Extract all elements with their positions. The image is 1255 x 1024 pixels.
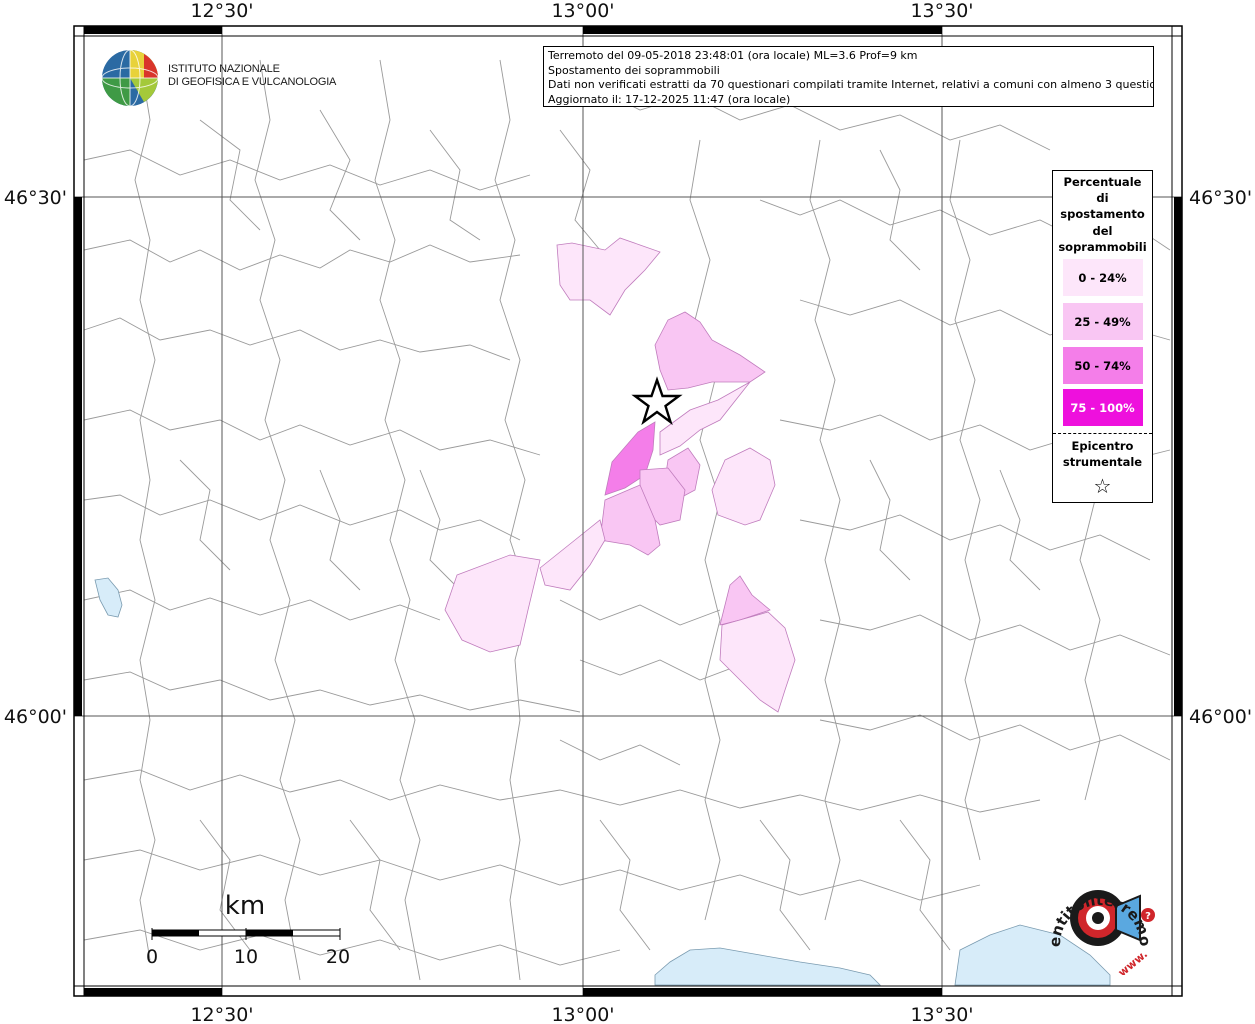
legend-epicentre-line: strumentale <box>1062 455 1143 470</box>
legend-star-icon: ☆ <box>1093 474 1112 499</box>
right-lat-label: 46°30' <box>1189 187 1252 209</box>
event-info-box: Terremoto del 09-05-2018 23:48:01 (ora l… <box>543 46 1154 107</box>
legend-class-label: 75 - 100% <box>1070 400 1135 415</box>
legend-class-0: 0 - 24% <box>1062 259 1143 297</box>
legend-class-3: 75 - 100% <box>1062 389 1143 427</box>
scale-tick-label: 20 <box>326 946 350 968</box>
ingv-logo-text: ISTITUTO NAZIONALE DI GEOFISICA E VULCAN… <box>168 63 336 89</box>
left-lat-label: 46°00' <box>4 706 67 728</box>
legend-separator <box>1053 433 1152 435</box>
map-legend: Percentuale di spostamento del soprammob… <box>1052 170 1153 503</box>
event-info-line: Terremoto del 09-05-2018 23:48:01 (ora l… <box>548 49 918 62</box>
legend-title-line: soprammobili <box>1058 239 1147 254</box>
legend-class-2: 50 - 74% <box>1062 347 1143 385</box>
sentito-logo-prefix: www. <box>1116 948 1150 975</box>
scale-tick-label: 10 <box>234 946 258 968</box>
left-lat-label: 46°30' <box>4 187 67 209</box>
legend-title-line: di <box>1096 191 1109 206</box>
right-lat-label: 46°00' <box>1189 706 1252 728</box>
ingv-line1: ISTITUTO NAZIONALE <box>168 63 280 75</box>
scale-unit: km <box>225 891 265 921</box>
map-subject-line: Spostamento dei soprammobili <box>548 63 720 77</box>
updated-line: Aggiornato il: 17-12-2025 11:47 (ora loc… <box>548 92 791 106</box>
top-lon-label: 13°30' <box>910 0 973 22</box>
legend-title-line: spostamento <box>1060 207 1145 222</box>
top-lon-label: 13°00' <box>551 0 614 22</box>
legend-epicentre-line: Epicentro <box>1071 439 1134 454</box>
ingv-line2: DI GEOFISICA E VULCANOLOGIA <box>168 76 337 88</box>
legend-epicentre-label: Epicentro strumentale <box>1053 438 1152 470</box>
haisentitoilterremoto-logo: ? haisentitoilterremoto.it www. <box>1030 860 1155 975</box>
bottom-lon-label: 13°30' <box>910 1004 973 1024</box>
top-lon-label: 12°30' <box>190 0 253 22</box>
bottom-lon-label: 12°30' <box>190 1004 253 1024</box>
legend-title-line: Percentuale <box>1063 175 1142 189</box>
legend-class-1: 25 - 49% <box>1062 303 1143 341</box>
legend-title-line: del <box>1092 223 1113 238</box>
legend-class-label: 0 - 24% <box>1078 270 1127 285</box>
bottom-lon-label: 13°00' <box>551 1004 614 1024</box>
scale-tick-label: 0 <box>146 946 158 968</box>
legend-class-label: 25 - 49% <box>1074 314 1131 329</box>
legend-class-label: 50 - 74% <box>1074 358 1131 373</box>
data-note-line: Dati non verificati estratti da 70 quest… <box>548 78 1154 91</box>
legend-title: Percentuale di spostamento del soprammob… <box>1053 174 1152 255</box>
